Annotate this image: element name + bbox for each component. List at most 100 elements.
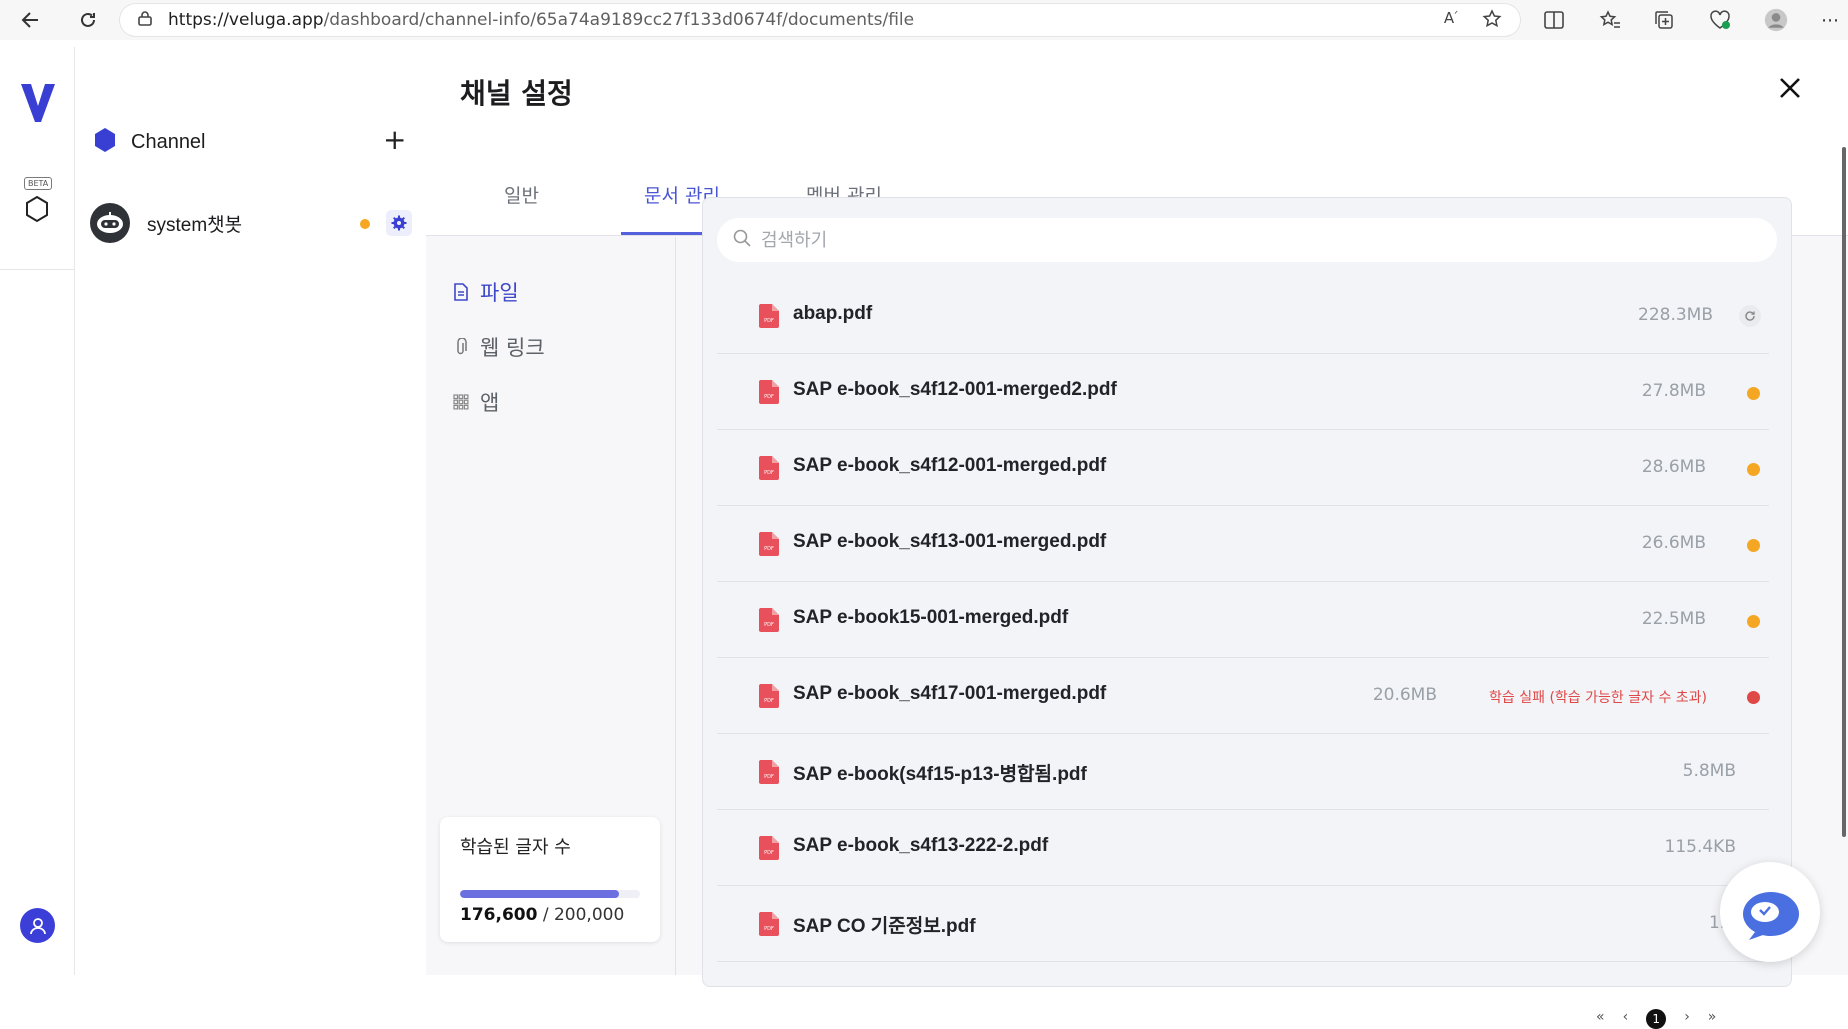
pdf-file-icon: PDF bbox=[759, 760, 779, 784]
subnav-app[interactable]: 앱 bbox=[452, 387, 499, 417]
file-size: 5.8MB bbox=[1682, 761, 1736, 781]
file-size: 228.3MB bbox=[1638, 305, 1713, 325]
current-page[interactable]: 1 bbox=[1646, 1009, 1667, 1029]
file-name[interactable]: SAP e-book_s4f17-001-merged.pdf bbox=[793, 683, 1106, 705]
refresh-icon[interactable] bbox=[1739, 305, 1761, 327]
usage-total: 200,000 bbox=[553, 905, 625, 925]
files-panel: PDF abap.pdf 228.3MB PDF SAP e-book_s4f12-00… bbox=[702, 197, 1792, 987]
channel-settings-modal: 채널 설정 일반 문서 관리 멤버 관리 파일 웹 링크 앱 학습된 글자 수 … bbox=[426, 47, 1848, 1029]
lock-icon bbox=[138, 10, 152, 30]
url-host: https://veluga.app bbox=[168, 10, 324, 30]
file-size: 22.5MB bbox=[1641, 609, 1706, 629]
file-row[interactable]: PDFSAP CO 기준정보.pdf1.5 bbox=[717, 886, 1769, 962]
file-row[interactable]: PDF SAP e-book15-001-merged.pdf 22.5MB bbox=[717, 582, 1769, 658]
split-screen-icon[interactable] bbox=[1542, 8, 1566, 32]
bot-item[interactable]: system챗봇 bbox=[90, 200, 420, 246]
pdf-file-icon: PDF bbox=[759, 380, 779, 404]
file-status-dot bbox=[1747, 615, 1760, 628]
channel-sidebar: Channel + system챗봇 bbox=[75, 47, 426, 975]
svg-text:PDF: PDF bbox=[764, 850, 774, 856]
search-bar[interactable] bbox=[717, 218, 1777, 262]
usage-title: 학습된 글자 수 bbox=[460, 837, 571, 858]
collections-icon[interactable] bbox=[1652, 8, 1676, 32]
file-row[interactable]: PDF SAP e-book_s4f17-001-merged.pdf 20.6MB… bbox=[717, 658, 1769, 734]
document-icon bbox=[452, 283, 470, 301]
tab-general[interactable]: 일반 bbox=[504, 181, 539, 208]
pdf-file-icon: PDF bbox=[759, 304, 779, 328]
gear-icon[interactable] bbox=[386, 210, 412, 236]
veluga-logo[interactable] bbox=[19, 82, 57, 128]
file-name[interactable]: SAP e-book_s4f13-001-merged.pdf bbox=[793, 531, 1106, 553]
bot-status-dot bbox=[360, 219, 370, 229]
file-row[interactable]: PDF SAP e-book_s4f12-001-merged.pdf 28.6MB bbox=[717, 430, 1769, 506]
user-avatar-icon[interactable] bbox=[20, 908, 55, 943]
add-channel-button[interactable]: + bbox=[383, 126, 406, 154]
browser-essentials-icon[interactable] bbox=[1708, 8, 1732, 32]
address-bar[interactable]: https://veluga.app/dashboard/channel-inf… bbox=[120, 4, 1520, 36]
scrollbar[interactable] bbox=[1842, 147, 1846, 837]
last-page-button[interactable]: » bbox=[1708, 1009, 1717, 1029]
file-status-dot bbox=[1747, 463, 1760, 476]
file-status-dot bbox=[1747, 691, 1760, 704]
modal-title: 채널 설정 bbox=[460, 77, 573, 110]
subnav-weblink[interactable]: 웹 링크 bbox=[452, 332, 545, 362]
beta-badge: BETA bbox=[24, 177, 53, 190]
file-name[interactable]: SAP e-book_s4f12-001-merged2.pdf bbox=[793, 379, 1117, 401]
svg-text:PDF: PDF bbox=[764, 546, 774, 552]
file-row[interactable]: PDF SAP e-book_s4f12-001-merged2.pdf 27.8M… bbox=[717, 354, 1769, 430]
file-size: 115.4KB bbox=[1664, 837, 1736, 857]
back-icon[interactable] bbox=[12, 2, 48, 38]
usage-card: 학습된 글자 수 176,600 / 200,000 bbox=[440, 817, 660, 942]
chat-assistant-button[interactable] bbox=[1720, 862, 1820, 962]
pdf-file-icon: PDF bbox=[759, 608, 779, 632]
file-name[interactable]: SAP CO 기준정보.pdf bbox=[793, 911, 976, 938]
close-icon[interactable] bbox=[1778, 73, 1802, 108]
file-name[interactable]: SAP e-book15-001-merged.pdf bbox=[793, 607, 1068, 629]
file-name[interactable]: SAP e-book_s4f13-222-2.pdf bbox=[793, 835, 1048, 857]
usage-progress-bar bbox=[460, 890, 640, 898]
subnav-file[interactable]: 파일 bbox=[452, 277, 519, 307]
more-menu-icon[interactable]: ⋯ bbox=[1818, 8, 1842, 32]
favorites-icon[interactable] bbox=[1598, 8, 1622, 32]
browser-toolbar: https://veluga.app/dashboard/channel-inf… bbox=[0, 0, 1848, 40]
first-page-button[interactable]: « bbox=[1596, 1009, 1605, 1029]
svg-text:PDF: PDF bbox=[764, 470, 774, 476]
channel-hexagon-icon[interactable] bbox=[24, 195, 50, 227]
file-size: 26.6MB bbox=[1641, 533, 1706, 553]
svg-text:PDF: PDF bbox=[764, 698, 774, 704]
url-path: /dashboard/channel-info/65a74a9189cc27f1… bbox=[323, 10, 915, 30]
file-row[interactable]: PDF abap.pdf 228.3MB bbox=[717, 278, 1769, 354]
pagination: « ‹ 1 › » bbox=[1596, 1009, 1716, 1029]
file-name[interactable]: abap.pdf bbox=[793, 303, 872, 325]
file-name[interactable]: SAP e-book_s4f12-001-merged.pdf bbox=[793, 455, 1106, 477]
subnav-app-label: 앱 bbox=[480, 391, 500, 415]
file-status-dot bbox=[1747, 539, 1760, 552]
read-aloud-icon[interactable]: Aᐟ bbox=[1444, 9, 1458, 33]
usage-progress-fill bbox=[460, 890, 619, 898]
file-size: 20.6MB bbox=[1372, 685, 1437, 705]
favorite-star-icon[interactable] bbox=[1482, 9, 1502, 33]
pdf-file-icon: PDF bbox=[759, 836, 779, 860]
search-input[interactable] bbox=[761, 229, 1661, 251]
usage-text: 176,600 / 200,000 bbox=[460, 905, 625, 925]
file-name[interactable]: SAP e-book(s4f15-p13-병합됨.pdf bbox=[793, 759, 1087, 786]
svg-text:PDF: PDF bbox=[764, 318, 774, 324]
file-row[interactable]: PDF SAP e-book_s4f13-001-merged.pdf 26.6MB bbox=[717, 506, 1769, 582]
channel-header: Channel bbox=[93, 127, 206, 157]
app-rail: BETA bbox=[0, 47, 75, 975]
next-page-button[interactable]: › bbox=[1684, 1009, 1690, 1029]
reload-icon[interactable] bbox=[70, 2, 106, 38]
file-size: 27.8MB bbox=[1641, 381, 1706, 401]
file-error-text: 학습 실패 (학습 가능한 글자 수 초과) bbox=[1489, 690, 1707, 706]
svg-text:PDF: PDF bbox=[764, 926, 774, 932]
channel-title: Channel bbox=[131, 130, 206, 153]
profile-icon[interactable] bbox=[1764, 8, 1788, 32]
subnav-weblink-label: 웹 링크 bbox=[480, 336, 545, 360]
svg-text:PDF: PDF bbox=[764, 622, 774, 628]
file-row[interactable]: PDF SAP e-book_s4f13-222-2.pdf 115.4KB bbox=[717, 810, 1769, 886]
file-status-dot bbox=[1747, 387, 1760, 400]
pdf-file-icon: PDF bbox=[759, 684, 779, 708]
subnav-file-label: 파일 bbox=[480, 281, 519, 305]
prev-page-button[interactable]: ‹ bbox=[1623, 1009, 1629, 1029]
file-row[interactable]: PDF SAP e-book(s4f15-p13-병합됨.pdf 5.8MB bbox=[717, 734, 1769, 810]
